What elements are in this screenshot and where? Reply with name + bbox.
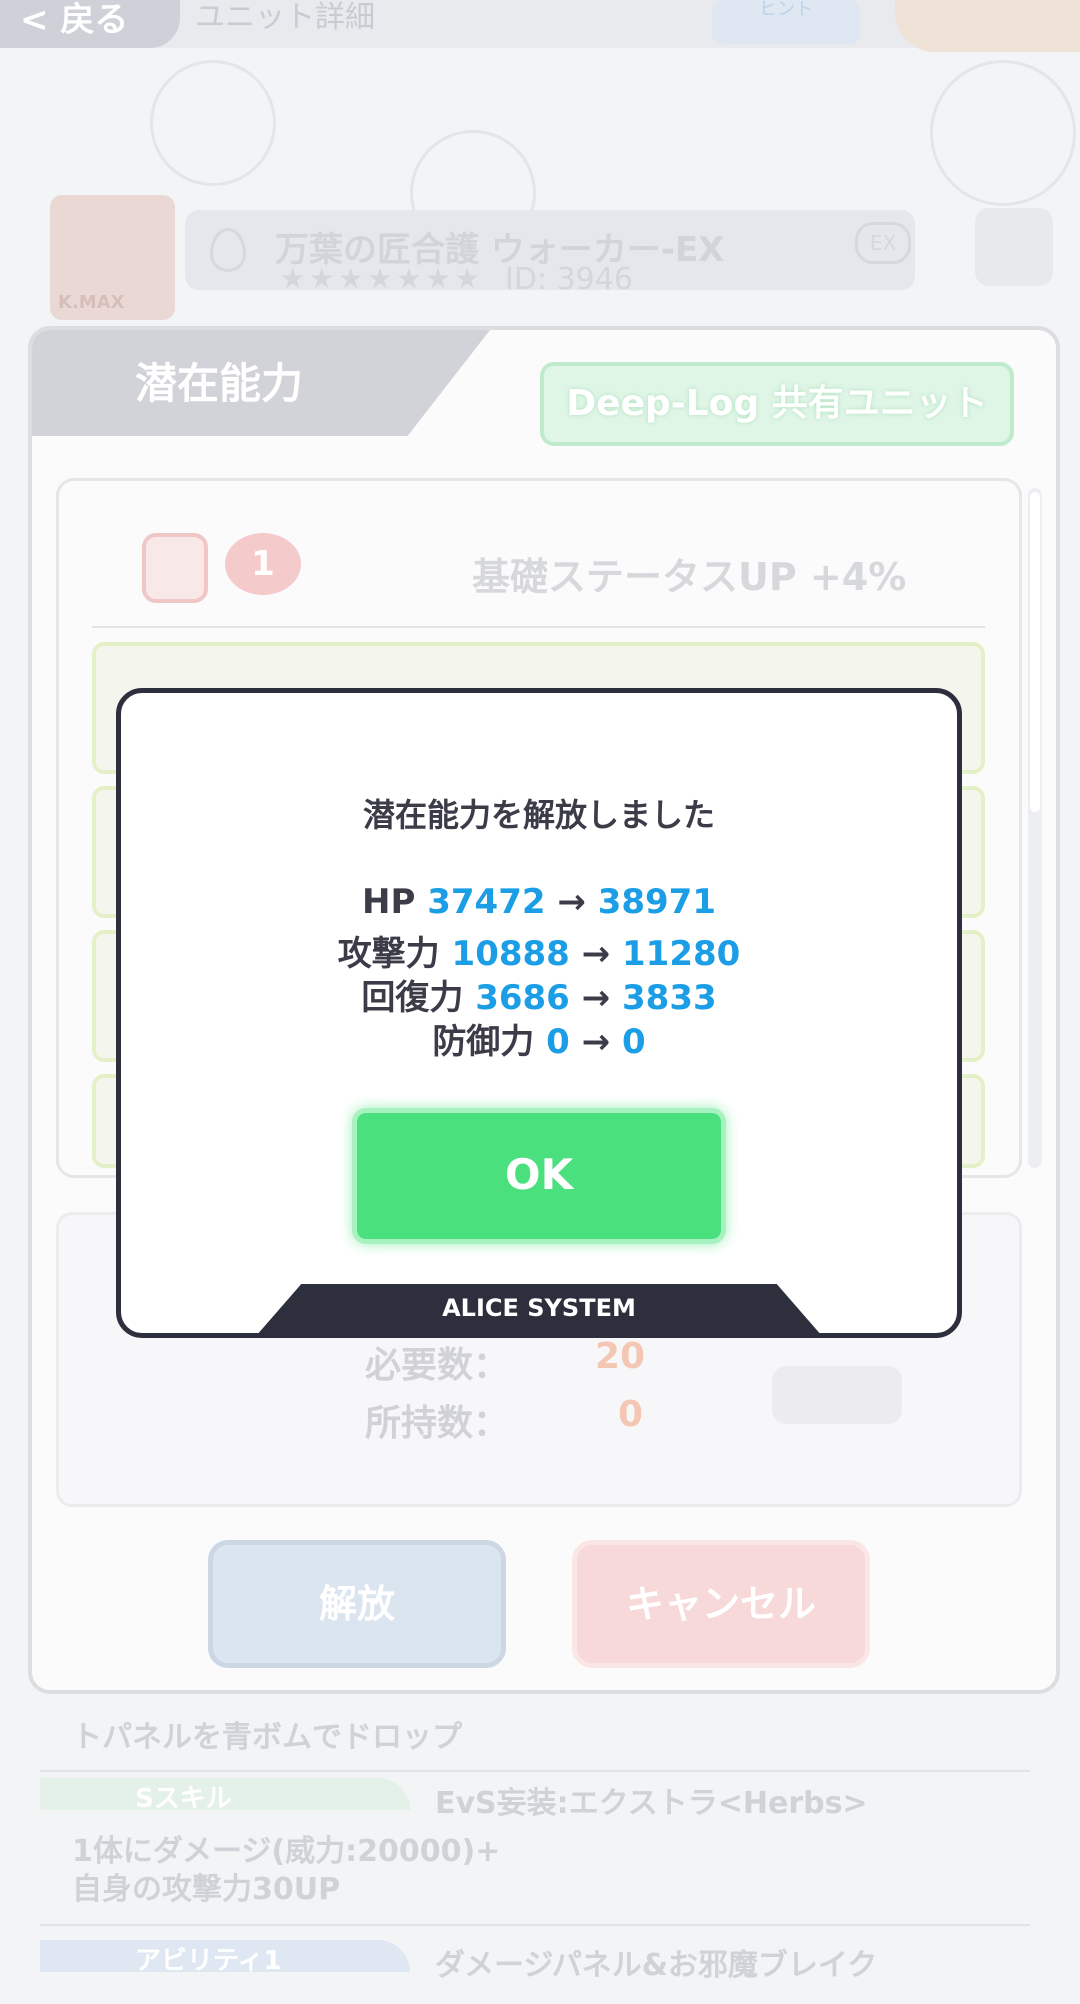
potential-memory-icon	[142, 533, 208, 603]
skill-description: 自身の攻撃力30UP	[72, 1872, 341, 1907]
stat-after: 3833	[622, 978, 717, 1018]
item-icon-slot	[772, 1366, 902, 1424]
release-button[interactable]: 解放	[208, 1540, 506, 1668]
decorative-circle	[930, 60, 1076, 206]
divider	[40, 1770, 1030, 1772]
favorite-button[interactable]	[975, 208, 1053, 286]
skill-tag-label: Sスキル	[135, 1784, 232, 1814]
stat-line-defense: 防御力 0 → 0	[116, 1014, 962, 1063]
stat-label: 防御力	[432, 1022, 535, 1062]
stat-label: 回復力	[361, 978, 464, 1018]
scrollbar-thumb[interactable]	[1030, 492, 1040, 812]
arrow-icon: →	[581, 1022, 611, 1062]
unit-id: ID: 3946	[505, 262, 633, 297]
skill-description: トパネルを青ボムでドロップ	[72, 1720, 462, 1755]
arrow-icon: →	[581, 978, 611, 1018]
stat-line-attack: 攻撃力 10888 → 11280	[116, 926, 962, 975]
corner-menu-button[interactable]	[895, 0, 1080, 52]
ability-tag-label: アビリティ1	[135, 1946, 282, 1976]
owned-count-value: 0	[618, 1394, 644, 1435]
deeplog-shared-badge: Deep-Log 共有ユニット	[540, 362, 1014, 446]
required-count-value: 20	[595, 1336, 646, 1377]
stat-after: 0	[622, 1022, 646, 1062]
back-button[interactable]: < 戻る	[0, 0, 180, 48]
ability-name: ダメージパネル&お邪魔ブレイク	[435, 1948, 878, 1983]
stat-line-hp: HP 37472 → 38971	[116, 882, 962, 922]
divider	[92, 626, 985, 628]
stat-label: HP	[362, 882, 416, 922]
stat-label: 攻撃力	[337, 934, 440, 974]
arrow-icon: →	[581, 934, 611, 974]
stat-before: 37472	[427, 882, 546, 922]
ex-badge: EX	[855, 222, 911, 264]
owned-count-label: 所持数：	[365, 1403, 510, 1444]
potential-level-badge: 1	[225, 533, 301, 595]
stat-before: 3686	[475, 978, 570, 1018]
divider	[40, 1924, 1030, 1926]
unit-rarity-stars: ★★★★★★★	[280, 262, 484, 295]
water-element-icon	[210, 228, 246, 272]
stat-before: 10888	[451, 934, 570, 974]
screen-title: ユニット詳細	[195, 0, 375, 35]
cancel-button[interactable]: キャンセル	[572, 1540, 870, 1668]
required-count-label: 必要数：	[365, 1345, 510, 1386]
stat-line-recovery: 回復力 3686 → 3833	[116, 970, 962, 1019]
panel-title: 潜在能力	[135, 359, 304, 408]
unit-portrait-label: K.MAX	[58, 292, 125, 313]
dialog-footer-label: ALICE SYSTEM	[442, 1294, 636, 1322]
skill-name: EvS妄装:エクストラ<Herbs>	[435, 1786, 868, 1821]
potential-effect-text: 基礎ステータスUP +4%	[472, 555, 907, 599]
hint-button[interactable]: ヒント	[712, 0, 860, 44]
stat-before: 0	[546, 1022, 570, 1062]
arrow-icon: →	[557, 882, 586, 922]
stat-after: 11280	[622, 934, 741, 974]
ok-button[interactable]: OK	[352, 1108, 726, 1244]
stat-after: 38971	[597, 882, 716, 922]
dialog-title: 潜在能力を解放しました	[362, 796, 715, 834]
decorative-circle	[150, 60, 276, 186]
